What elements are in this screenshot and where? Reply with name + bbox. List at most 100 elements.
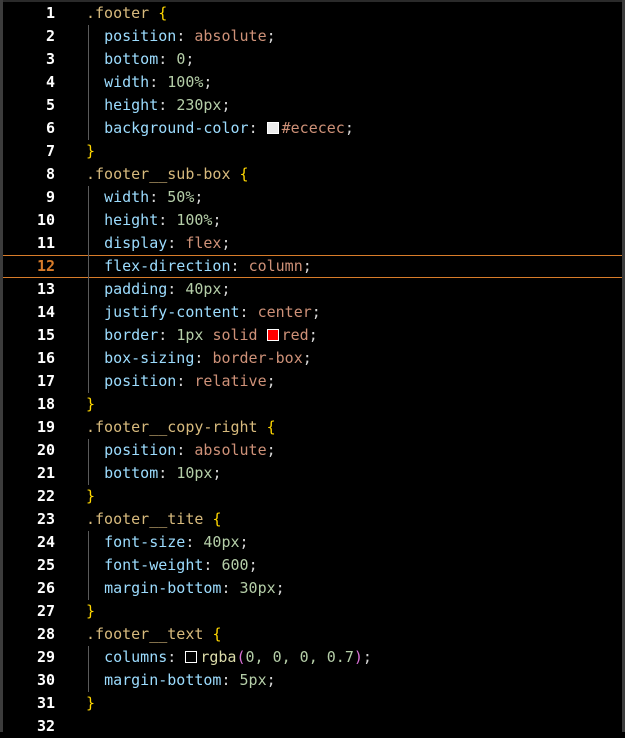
line-code: position: absolute; — [86, 439, 276, 462]
semicolon: ; — [248, 556, 258, 574]
css-value: border-box — [212, 349, 303, 367]
code-line[interactable]: 10 height: 100%; — [3, 209, 622, 232]
code-line[interactable]: 31} — [3, 692, 622, 715]
code-line[interactable]: 8 .footer__sub-box { — [3, 163, 622, 186]
close-brace: } — [86, 602, 96, 620]
semicolon: ; — [311, 303, 321, 321]
code-line[interactable]: 21 bottom: 10px; — [3, 462, 622, 485]
semicolon: ; — [266, 27, 276, 45]
code-line[interactable]: 24 font-size: 40px; — [3, 531, 622, 554]
line-number: 8 — [45, 165, 55, 183]
code-line[interactable]: 28 .footer__text { — [3, 623, 622, 646]
code-line[interactable]: 20 position: absolute; — [3, 439, 622, 462]
code-line[interactable]: 14 justify-content: center; — [3, 301, 622, 324]
css-value-number: 1px — [176, 326, 204, 344]
line-number: 6 — [45, 119, 55, 137]
code-line[interactable]: 32 — [3, 715, 622, 738]
css-value: 40px — [185, 280, 222, 298]
code-line[interactable]: 26 margin-bottom: 30px; — [3, 577, 622, 600]
css-property: position — [104, 372, 177, 390]
code-line[interactable]: 17 position: relative; — [3, 370, 622, 393]
line-code: flex-direction: column; — [86, 256, 312, 277]
code-line[interactable]: 18} — [3, 393, 622, 416]
css-property: height — [104, 96, 159, 114]
code-line[interactable]: 25 font-weight: 600; — [3, 554, 622, 577]
line-number: 3 — [45, 50, 55, 68]
css-value: relative — [194, 372, 267, 390]
semicolon: ; — [203, 73, 213, 91]
colon: : — [194, 349, 213, 367]
code-line[interactable]: 6 background-color: #ececec; — [3, 117, 622, 140]
line-code: .footer__sub-box { — [86, 163, 249, 186]
css-value: 40px — [203, 533, 240, 551]
css-value: 100% — [167, 73, 204, 91]
line-number: 1 — [45, 4, 55, 22]
line-code: font-size: 40px; — [86, 531, 249, 554]
function-args: 0, 0, 0, 0.7 — [245, 648, 354, 666]
code-editor[interactable]: 1 .footer {2 position: absolute; 3 bottom:… — [0, 0, 625, 735]
line-number: 13 — [36, 280, 55, 298]
line-number: 15 — [36, 326, 55, 344]
css-property: bottom — [104, 50, 159, 68]
code-line[interactable]: 15 border: 1px solid red; — [3, 324, 622, 347]
code-line[interactable]: 7} — [3, 140, 622, 163]
open-brace: { — [212, 510, 222, 528]
code-line[interactable]: 4 width: 100%; — [3, 71, 622, 94]
line-code: columns: rgba(0, 0, 0, 0.7); — [86, 646, 372, 669]
css-selector: .footer — [86, 4, 150, 22]
line-number: 32 — [36, 717, 55, 735]
code-line[interactable]: 27} — [3, 600, 622, 623]
line-number: 24 — [36, 533, 55, 551]
semicolon: ; — [308, 326, 318, 344]
code-line[interactable]: 16 box-sizing: border-box; — [3, 347, 622, 370]
code-line[interactable]: 19 .footer__copy-right { — [3, 416, 622, 439]
css-property: position — [104, 441, 177, 459]
code-line[interactable]: 29 columns: rgba(0, 0, 0, 0.7); — [3, 646, 622, 669]
colon: : — [221, 579, 240, 597]
line-number: 19 — [36, 418, 55, 436]
color-swatch-icon[interactable] — [266, 122, 279, 134]
code-line[interactable]: 11 display: flex; — [3, 232, 622, 255]
css-property: bottom — [104, 464, 159, 482]
line-number: 4 — [45, 73, 55, 91]
semicolon: ; — [212, 464, 222, 482]
color-swatch-icon[interactable] — [185, 651, 198, 663]
colon: : — [158, 326, 177, 344]
code-line[interactable]: 5 height: 230px; — [3, 94, 622, 117]
indent-guide — [88, 25, 89, 140]
line-number: 7 — [45, 142, 55, 160]
code-line[interactable]: 22} — [3, 485, 622, 508]
line-code: height: 100%; — [86, 209, 221, 232]
code-line[interactable]: 12 flex-direction: column; — [3, 255, 622, 278]
close-brace: } — [86, 694, 96, 712]
line-code: width: 100%; — [86, 71, 212, 94]
code-line[interactable]: 13 padding: 40px; — [3, 278, 622, 301]
line-number: 12 — [36, 257, 55, 275]
code-line[interactable]: 30 margin-bottom: 5px; — [3, 669, 622, 692]
line-number: 21 — [36, 464, 55, 482]
code-line[interactable]: 23 .footer__tite { — [3, 508, 622, 531]
css-value: 600 — [221, 556, 249, 574]
css-value: 10px — [176, 464, 213, 482]
css-value: column — [248, 257, 303, 275]
indent-guide — [88, 531, 89, 600]
line-number: 26 — [36, 579, 55, 597]
code-line[interactable]: 9 width: 50%; — [3, 186, 622, 209]
line-number: 14 — [36, 303, 55, 321]
paren-open: ( — [236, 648, 246, 666]
line-code: .footer__copy-right { — [86, 416, 276, 439]
code-line[interactable]: 2 position: absolute; — [3, 25, 622, 48]
color-swatch-icon[interactable] — [266, 329, 279, 341]
colon: : — [185, 533, 204, 551]
semicolon: ; — [212, 211, 222, 229]
line-code: bottom: 10px; — [86, 462, 221, 485]
css-value: absolute — [194, 441, 267, 459]
code-line[interactable]: 1 .footer { — [3, 2, 622, 25]
colon: : — [176, 372, 195, 390]
css-value: 50% — [167, 188, 195, 206]
colon: : — [167, 280, 186, 298]
css-property: height — [104, 211, 159, 229]
code-line[interactable]: 3 bottom: 0; — [3, 48, 622, 71]
css-value: flex — [185, 234, 222, 252]
semicolon: ; — [221, 234, 231, 252]
